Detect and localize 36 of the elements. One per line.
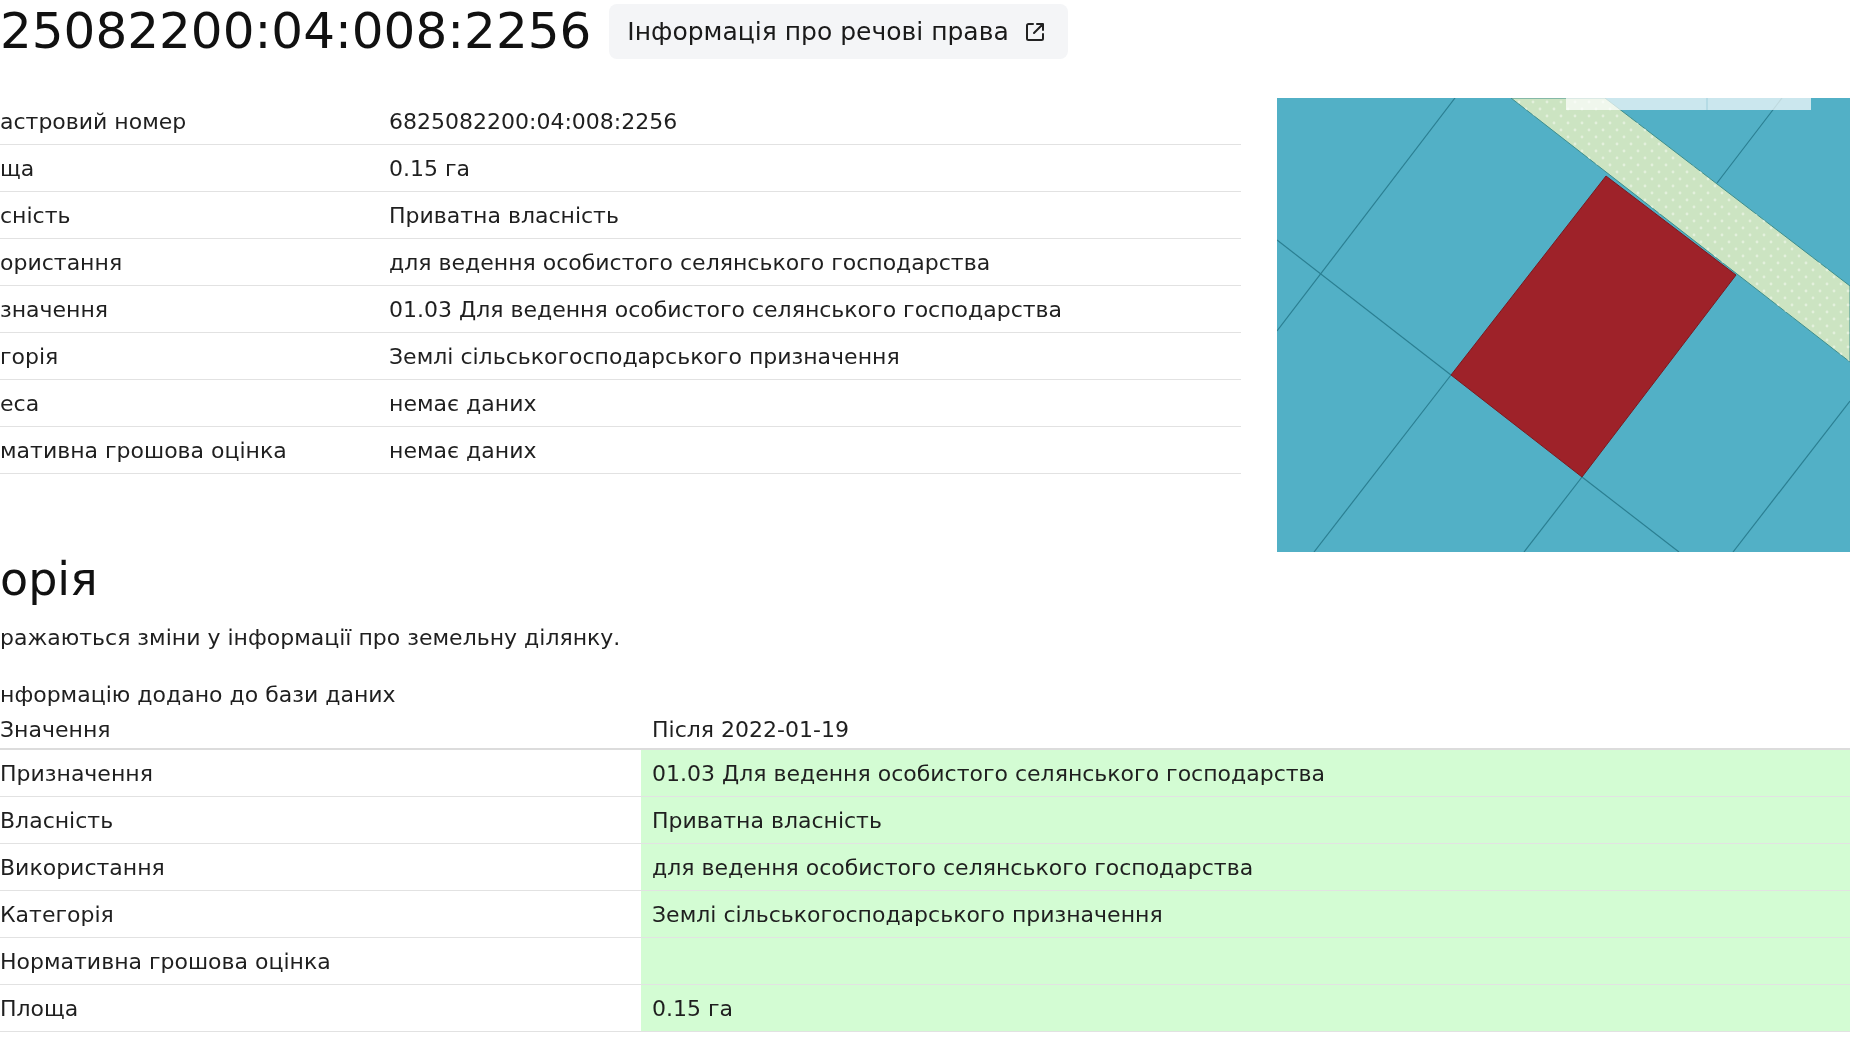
- field-label: мативна грошова оцінка: [0, 437, 288, 463]
- table-cell: 0.15 га: [641, 985, 1850, 1031]
- field-label: значення: [0, 296, 110, 322]
- column-header: Значення: [0, 715, 112, 744]
- section-description: ражаються зміни у інформації про земельну ділянку.: [0, 624, 622, 652]
- field-value: для ведення особистого селянського господарства: [389, 249, 991, 275]
- table-cell-text: Категорія: [0, 900, 115, 929]
- table-cell-text: Власність: [0, 806, 115, 835]
- table-cell-text: Використання: [0, 853, 166, 882]
- field-value: немає даних: [389, 390, 537, 416]
- field-label: сність: [0, 202, 72, 228]
- field-value: Землі сільськогосподарського призначення: [389, 343, 900, 369]
- table-cell-text: Призначення: [0, 759, 154, 788]
- external-link-icon: [1023, 20, 1046, 43]
- field-label: астровий номер: [0, 108, 188, 134]
- table-cell: для ведення особистого селянського господарства: [641, 844, 1850, 890]
- field-label: ористання: [0, 249, 124, 275]
- rights-info-button[interactable]: Інформація про речові права: [609, 4, 1068, 59]
- field-value: Приватна власність: [389, 202, 619, 228]
- field-value: 01.03 Для ведення особистого селянського господарства: [389, 296, 1063, 322]
- section-heading: орія: [0, 552, 99, 607]
- field-value: 0.15 га: [389, 155, 471, 181]
- field-value: немає даних: [389, 437, 537, 463]
- table-cell: 01.03 Для ведення особистого селянського господарства: [641, 750, 1850, 796]
- table-cell-text: Площа: [0, 994, 80, 1023]
- parcel-number-title: 25082200:04:008:2256: [0, 4, 592, 59]
- table-cell-text: Нормативна грошова оцінка: [0, 947, 332, 976]
- parcel-map[interactable]: [1277, 98, 1850, 552]
- field-label: горія: [0, 343, 60, 369]
- field-label: еса: [0, 390, 41, 416]
- change-caption: нформацію додано до бази даних: [0, 681, 397, 709]
- column-header: Після 2022-01-19: [651, 715, 850, 744]
- field-label: ща: [0, 155, 36, 181]
- table-cell: Приватна власність: [641, 797, 1850, 843]
- table-cell: Землі сільськогосподарського призначення: [641, 891, 1850, 937]
- field-value: 6825082200:04:008:2256: [389, 108, 678, 134]
